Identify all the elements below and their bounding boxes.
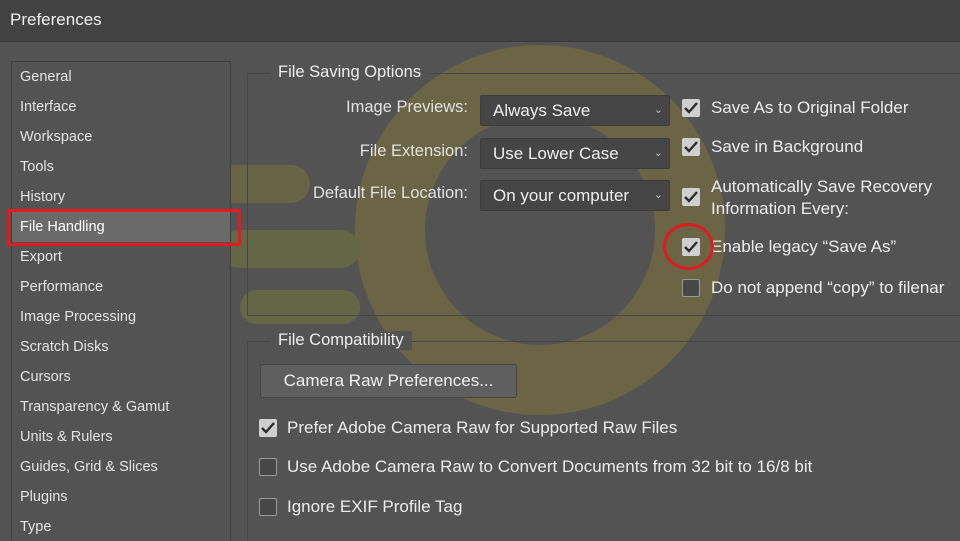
image-previews-select[interactable]: Always Save ⌄: [480, 95, 670, 126]
save-in-background-label: Save in Background: [711, 137, 864, 156]
sidebar-item-scratch-disks[interactable]: Scratch Disks: [12, 332, 230, 362]
preferences-sidebar: General Interface Workspace Tools Histor…: [11, 61, 231, 541]
file-extension-label: File Extension:: [359, 142, 468, 160]
checkmark-icon: [261, 422, 275, 434]
sidebar-item-type[interactable]: Type: [12, 512, 230, 541]
annotation-circle: [663, 223, 714, 270]
default-file-location-label: Default File Location:: [312, 184, 468, 202]
sidebar-item-export[interactable]: Export: [12, 242, 230, 272]
default-file-location-value: On your computer: [493, 186, 630, 205]
sidebar-item-cursors[interactable]: Cursors: [12, 362, 230, 392]
default-file-location-select[interactable]: On your computer ⌄: [480, 180, 670, 211]
sidebar-item-general[interactable]: General: [12, 62, 230, 92]
image-previews-label: Image Previews:: [346, 98, 468, 116]
annotation-highlight-box: [7, 209, 241, 246]
camera-raw-preferences-button[interactable]: Camera Raw Preferences...: [260, 364, 517, 398]
enable-legacy-save-as-label: Enable legacy “Save As”: [711, 237, 897, 256]
chevron-down-icon: ⌄: [653, 104, 663, 116]
sidebar-item-transparency-gamut[interactable]: Transparency & Gamut: [12, 392, 230, 422]
ignore-exif-profile-checkbox[interactable]: [259, 498, 277, 516]
file-compatibility-heading: File Compatibility: [270, 331, 412, 350]
use-camera-raw-convert-label: Use Adobe Camera Raw to Convert Document…: [287, 457, 813, 476]
file-extension-value: Use Lower Case: [493, 144, 619, 163]
checkmark-icon: [684, 191, 698, 203]
prefer-camera-raw-label: Prefer Adobe Camera Raw for Supported Ra…: [287, 418, 678, 437]
chevron-down-icon: ⌄: [653, 147, 663, 159]
save-as-original-folder-checkbox[interactable]: [682, 99, 700, 117]
do-not-append-copy-checkbox[interactable]: [682, 279, 700, 297]
save-in-background-checkbox[interactable]: [682, 138, 700, 156]
sidebar-item-performance[interactable]: Performance: [12, 272, 230, 302]
sidebar-item-workspace[interactable]: Workspace: [12, 122, 230, 152]
sidebar-item-image-processing[interactable]: Image Processing: [12, 302, 230, 332]
file-saving-options-heading: File Saving Options: [270, 63, 430, 82]
sidebar-item-history[interactable]: History: [12, 182, 230, 212]
sidebar-item-plugins[interactable]: Plugins: [12, 482, 230, 512]
sidebar-item-interface[interactable]: Interface: [12, 92, 230, 122]
save-as-original-folder-label: Save As to Original Folder: [711, 98, 909, 117]
auto-save-recovery-label-line2: Information Every:: [711, 199, 849, 218]
checkmark-icon: [684, 102, 698, 114]
prefer-camera-raw-checkbox[interactable]: [259, 419, 277, 437]
use-camera-raw-convert-checkbox[interactable]: [259, 458, 277, 476]
image-previews-value: Always Save: [493, 101, 591, 120]
auto-save-recovery-checkbox[interactable]: [682, 188, 700, 206]
auto-save-recovery-label-line1: Automatically Save Recovery: [711, 177, 933, 196]
chevron-down-icon: ⌄: [653, 189, 663, 201]
checkmark-icon: [684, 141, 698, 153]
file-extension-select[interactable]: Use Lower Case ⌄: [480, 138, 670, 169]
window-title: Preferences: [10, 10, 102, 29]
sidebar-item-units-rulers[interactable]: Units & Rulers: [12, 422, 230, 452]
do-not-append-copy-label: Do not append “copy” to filenar: [711, 278, 945, 297]
ignore-exif-profile-label: Ignore EXIF Profile Tag: [287, 497, 463, 516]
sidebar-item-guides-grid-slices[interactable]: Guides, Grid & Slices: [12, 452, 230, 482]
title-bar: Preferences: [0, 0, 960, 42]
sidebar-item-tools[interactable]: Tools: [12, 152, 230, 182]
